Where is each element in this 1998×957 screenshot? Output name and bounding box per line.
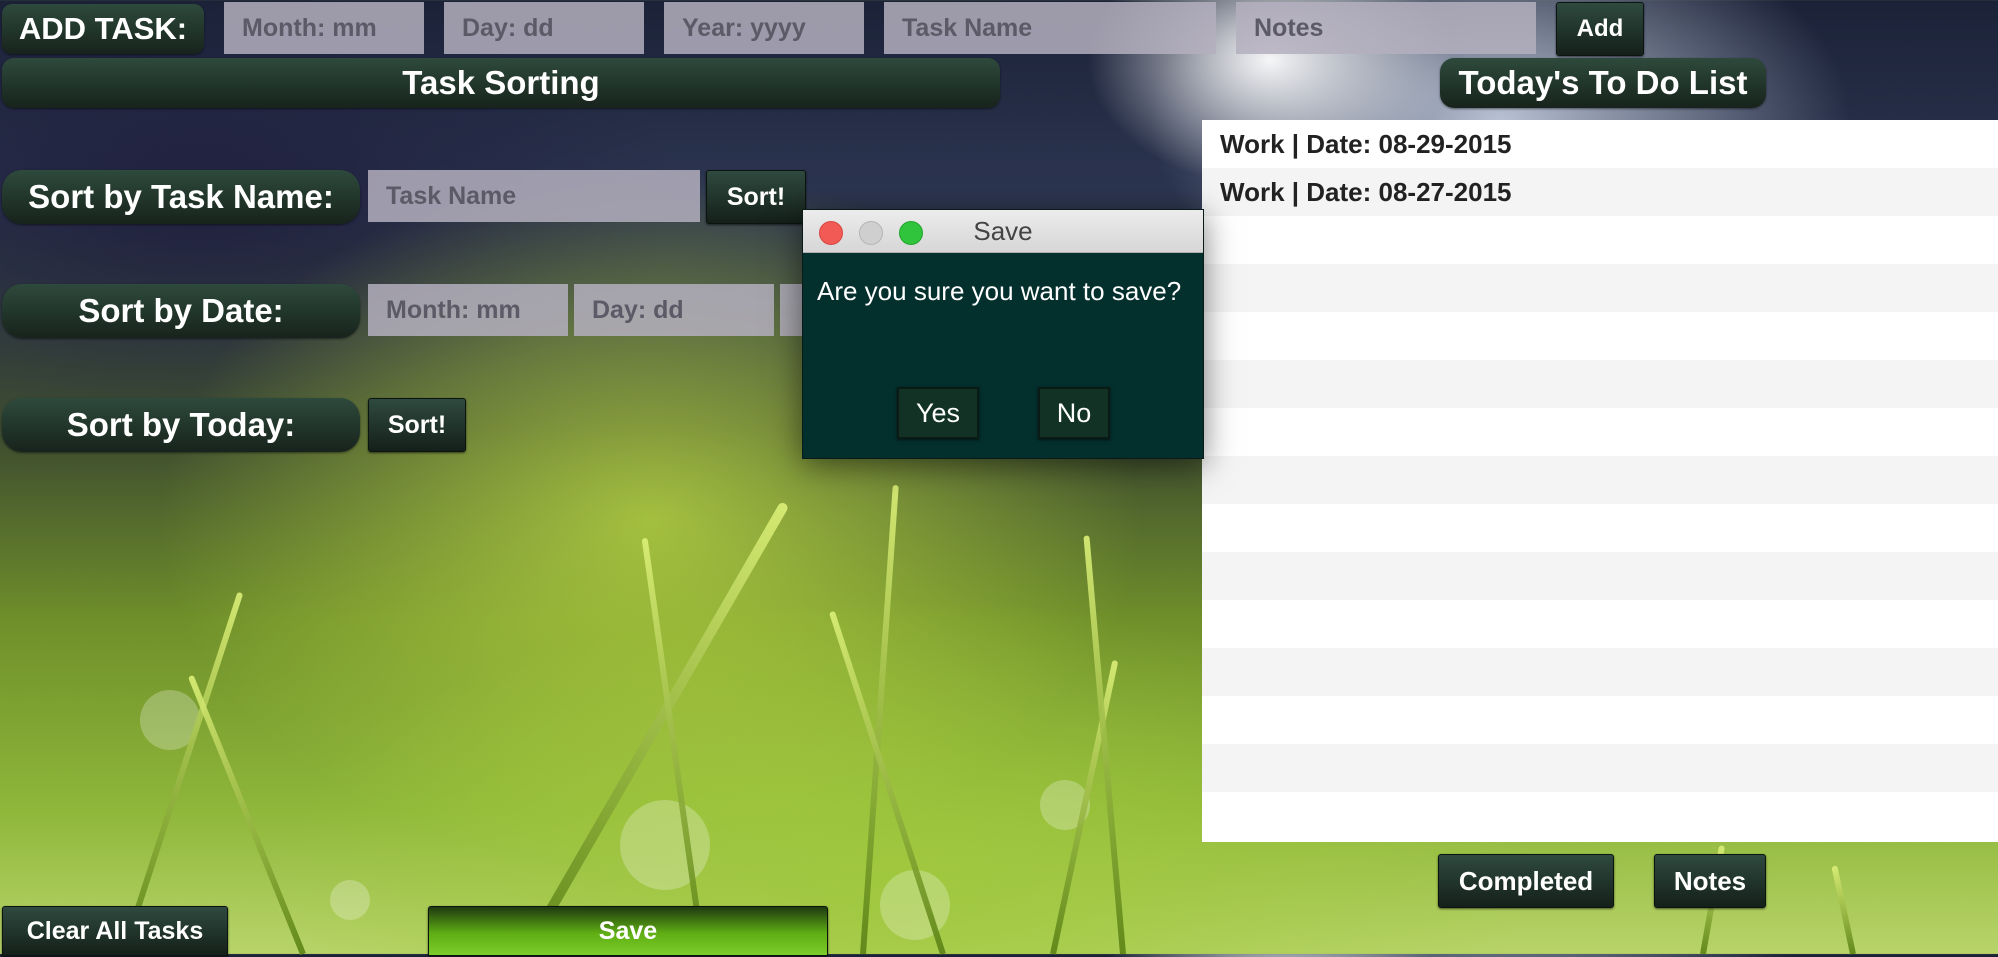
yes-button[interactable]: Yes xyxy=(897,387,979,439)
task-sorting-header: Task Sorting xyxy=(2,58,1000,108)
completed-button[interactable]: Completed xyxy=(1438,854,1614,908)
list-item-empty xyxy=(1202,216,1998,264)
notes-button[interactable]: Notes xyxy=(1654,854,1766,908)
sort-by-name-button[interactable]: Sort! xyxy=(706,170,806,224)
add-task-label: ADD TASK: xyxy=(2,4,204,54)
sort-month-input[interactable] xyxy=(368,284,568,336)
add-button[interactable]: Add xyxy=(1556,2,1644,56)
list-item-empty xyxy=(1202,696,1998,744)
list-item-empty xyxy=(1202,264,1998,312)
save-dialog: Save Are you sure you want to save? Yes … xyxy=(802,209,1204,459)
list-item-empty xyxy=(1202,504,1998,552)
dialog-titlebar: Save xyxy=(803,210,1203,253)
dialog-title: Save xyxy=(973,215,1033,246)
add-year-input[interactable] xyxy=(664,2,864,54)
add-task-name-input[interactable] xyxy=(884,2,1216,54)
todo-list[interactable]: Work | Date: 08-29-2015 Work | Date: 08-… xyxy=(1202,120,1998,842)
add-day-input[interactable] xyxy=(444,2,644,54)
list-item-empty xyxy=(1202,648,1998,696)
add-notes-input[interactable] xyxy=(1236,2,1536,54)
list-item-empty xyxy=(1202,744,1998,792)
minimize-icon[interactable] xyxy=(859,221,883,245)
add-month-input[interactable] xyxy=(224,2,424,54)
no-button[interactable]: No xyxy=(1038,387,1110,439)
close-icon[interactable] xyxy=(819,221,843,245)
list-item-empty xyxy=(1202,408,1998,456)
list-item-empty xyxy=(1202,360,1998,408)
list-item-empty xyxy=(1202,552,1998,600)
list-item[interactable]: Work | Date: 08-29-2015 xyxy=(1202,120,1998,168)
sort-task-name-input[interactable] xyxy=(368,170,700,222)
save-button[interactable]: Save xyxy=(428,906,828,956)
sort-by-date-label: Sort by Date: xyxy=(2,284,360,338)
sort-year-input[interactable] xyxy=(780,284,802,336)
maximize-icon[interactable] xyxy=(899,221,923,245)
sort-day-input[interactable] xyxy=(574,284,774,336)
list-item-empty xyxy=(1202,792,1998,840)
sort-by-name-label: Sort by Task Name: xyxy=(2,170,360,224)
sort-by-today-label: Sort by Today: xyxy=(2,398,360,452)
todo-list-header: Today's To Do List xyxy=(1440,58,1766,108)
list-item-empty xyxy=(1202,600,1998,648)
clear-all-tasks-button[interactable]: Clear All Tasks xyxy=(2,906,228,956)
sort-by-today-button[interactable]: Sort! xyxy=(368,398,466,452)
dialog-message: Are you sure you want to save? xyxy=(817,276,1182,306)
list-item[interactable]: Work | Date: 08-27-2015 xyxy=(1202,168,1998,216)
list-item-empty xyxy=(1202,312,1998,360)
list-item-empty xyxy=(1202,456,1998,504)
